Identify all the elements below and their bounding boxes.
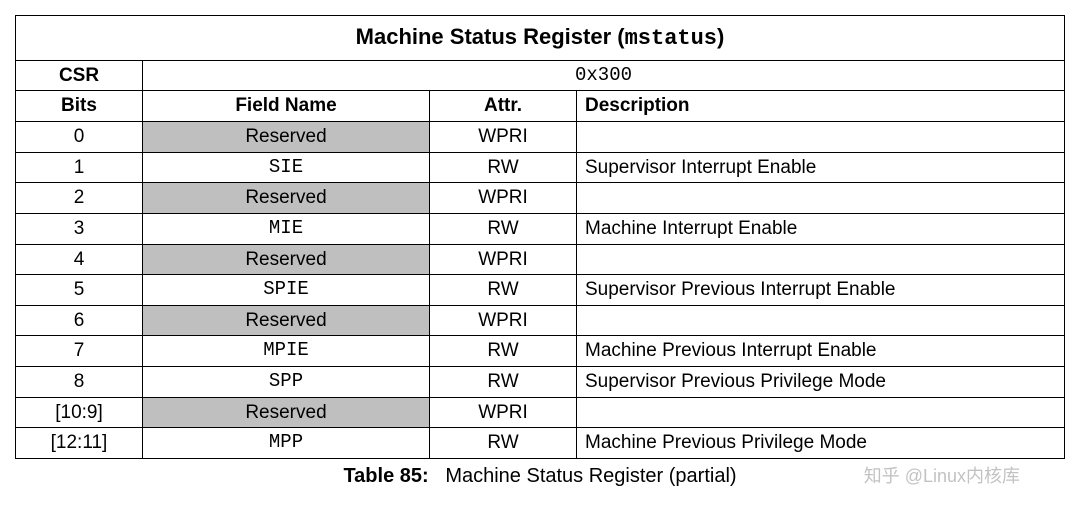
cell-desc: Supervisor Previous Interrupt Enable [577,275,1065,306]
cell-attr: RW [430,152,577,183]
cell-attr: WPRI [430,121,577,152]
cell-field: MPP [143,428,430,459]
table-row: 2ReservedWPRI [16,183,1065,214]
cell-bits: [10:9] [16,397,143,428]
cell-field: MPIE [143,336,430,367]
cell-bits: 4 [16,244,143,275]
table-caption: Table 85: Machine Status Register (parti… [15,465,1065,488]
table-row: [10:9]ReservedWPRI [16,397,1065,428]
cell-desc [577,397,1065,428]
cell-bits: 6 [16,305,143,336]
cell-attr: WPRI [430,183,577,214]
cell-desc [577,244,1065,275]
cell-attr: RW [430,336,577,367]
cell-field: Reserved [143,244,430,275]
cell-bits: 2 [16,183,143,214]
cell-desc: Machine Interrupt Enable [577,213,1065,244]
cell-field: SPP [143,367,430,398]
cell-bits: 5 [16,275,143,306]
header-field: Field Name [143,91,430,122]
cell-bits: 8 [16,367,143,398]
title-prefix: Machine Status Register ( [356,24,625,49]
caption-text: Machine Status Register (partial) [445,465,736,487]
caption-label: Table 85: [343,465,428,487]
cell-attr: WPRI [430,244,577,275]
cell-attr: RW [430,213,577,244]
table-row: 3MIERWMachine Interrupt Enable [16,213,1065,244]
title-suffix: ) [717,24,724,49]
cell-bits: 7 [16,336,143,367]
cell-desc: Supervisor Interrupt Enable [577,152,1065,183]
title-code: mstatus [625,26,717,51]
cell-field: Reserved [143,183,430,214]
table-row: [12:11]MPPRWMachine Previous Privilege M… [16,428,1065,459]
cell-field: Reserved [143,121,430,152]
table-row: 4ReservedWPRI [16,244,1065,275]
table-row: 0ReservedWPRI [16,121,1065,152]
csr-label: CSR [16,60,143,91]
cell-field: Reserved [143,397,430,428]
cell-bits: [12:11] [16,428,143,459]
cell-field: SPIE [143,275,430,306]
csr-row: CSR 0x300 [16,60,1065,91]
header-desc: Description [577,91,1065,122]
cell-field: MIE [143,213,430,244]
table-row: 5SPIERWSupervisor Previous Interrupt Ena… [16,275,1065,306]
cell-attr: RW [430,367,577,398]
mstatus-table: Machine Status Register (mstatus) CSR 0x… [15,15,1065,459]
table-title: Machine Status Register (mstatus) [16,16,1065,61]
header-row: Bits Field Name Attr. Description [16,91,1065,122]
table-row: 8SPPRWSupervisor Previous Privilege Mode [16,367,1065,398]
cell-bits: 1 [16,152,143,183]
header-attr: Attr. [430,91,577,122]
cell-desc [577,305,1065,336]
table-row: 6ReservedWPRI [16,305,1065,336]
cell-field: Reserved [143,305,430,336]
cell-bits: 3 [16,213,143,244]
table-row: 1SIERWSupervisor Interrupt Enable [16,152,1065,183]
cell-desc: Machine Previous Privilege Mode [577,428,1065,459]
cell-desc [577,121,1065,152]
table-title-row: Machine Status Register (mstatus) [16,16,1065,61]
cell-desc: Supervisor Previous Privilege Mode [577,367,1065,398]
header-bits: Bits [16,91,143,122]
csr-value: 0x300 [143,60,1065,91]
cell-field: SIE [143,152,430,183]
cell-desc [577,183,1065,214]
cell-attr: RW [430,428,577,459]
table-row: 7MPIERWMachine Previous Interrupt Enable [16,336,1065,367]
cell-desc: Machine Previous Interrupt Enable [577,336,1065,367]
cell-attr: RW [430,275,577,306]
cell-attr: WPRI [430,397,577,428]
cell-attr: WPRI [430,305,577,336]
cell-bits: 0 [16,121,143,152]
